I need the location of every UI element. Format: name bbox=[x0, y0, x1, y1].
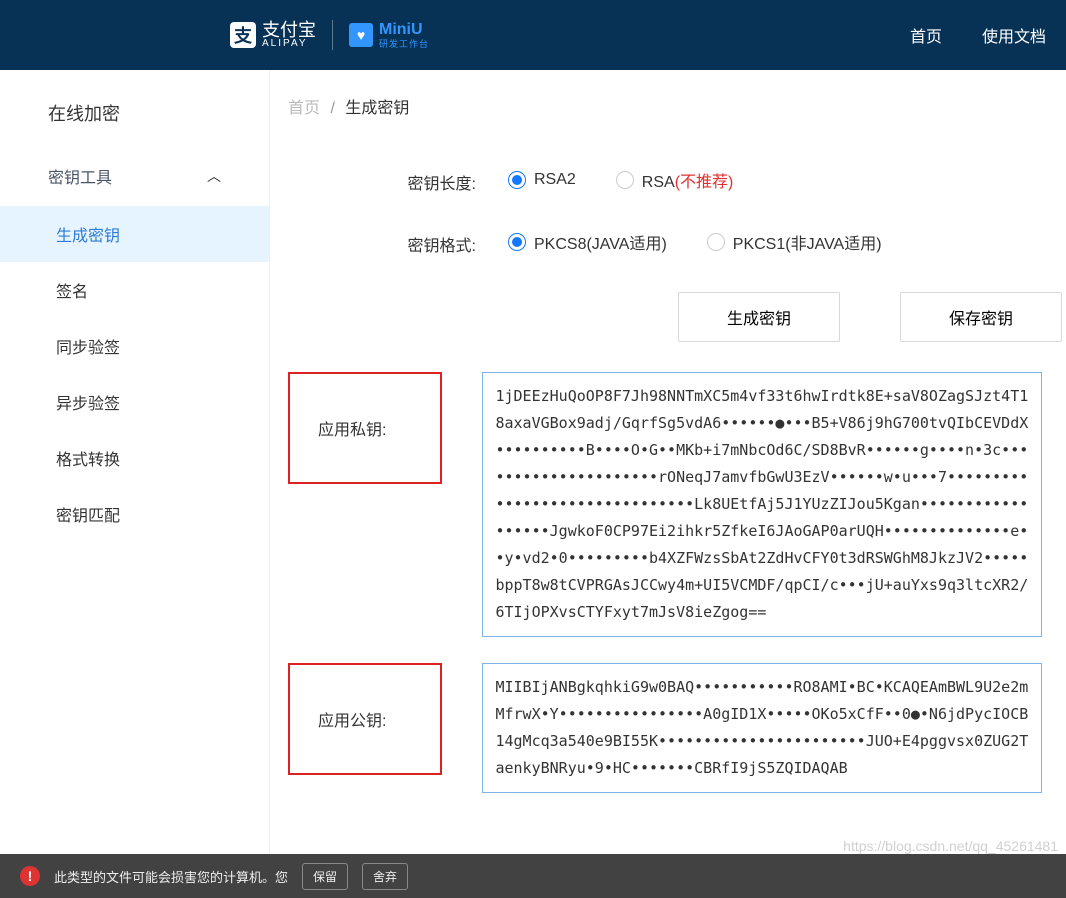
public-key-textarea[interactable]: MIIBIjANBgkqhkiG9w0BAQ•••••••••••RO8AMI•… bbox=[482, 663, 1042, 793]
private-key-block: 应用私钥: 1jDEEzHuQoOP8F7Jh98NNTmXC5m4vf33t6… bbox=[288, 372, 1066, 637]
radio-pkcs8[interactable]: PKCS8(JAVA适用) bbox=[508, 230, 667, 254]
sidebar-group-keytools: 密钥工具 ︿ 生成密钥 签名 同步验签 异步验签 格式转换 密钥匹配 bbox=[0, 146, 269, 542]
miniu-icon: ♥ bbox=[349, 23, 373, 47]
private-key-label-box: 应用私钥: bbox=[288, 372, 442, 484]
breadcrumb-current: 生成密钥 bbox=[345, 100, 409, 117]
generate-button[interactable]: 生成密钥 bbox=[678, 292, 840, 342]
sidebar-item-async-verify[interactable]: 异步验签 bbox=[0, 374, 269, 430]
alipay-cn: 支付宝 bbox=[262, 21, 316, 39]
breadcrumb-separator: / bbox=[330, 100, 334, 117]
sidebar-item-sync-verify[interactable]: 同步验签 bbox=[0, 318, 269, 374]
radio-pkcs1-label: PKCS1(非JAVA适用) bbox=[733, 230, 882, 254]
main-content: 首页 / 生成密钥 密钥长度: RSA2 RSA(不推荐) 密钥格式: bbox=[270, 70, 1066, 859]
radio-pkcs1[interactable]: PKCS1(非JAVA适用) bbox=[707, 230, 882, 254]
button-row: 生成密钥 保存密钥 bbox=[288, 292, 1066, 342]
radio-rsa2-label: RSA2 bbox=[534, 171, 576, 189]
discard-button[interactable]: 舍弃 bbox=[362, 863, 408, 890]
warning-text: 此类型的文件可能会损害您的计算机。您 bbox=[54, 867, 288, 886]
nav-docs[interactable]: 使用文档 bbox=[982, 23, 1046, 47]
sidebar-item-format-convert[interactable]: 格式转换 bbox=[0, 430, 269, 486]
chevron-up-icon: ︿ bbox=[207, 166, 221, 186]
sidebar-title: 在线加密 bbox=[0, 94, 269, 146]
radio-rsa2[interactable]: RSA2 bbox=[508, 171, 576, 189]
sidebar-group-label: 密钥工具 bbox=[48, 164, 112, 188]
miniu-sub: 研发工作台 bbox=[379, 40, 429, 49]
breadcrumb-home[interactable]: 首页 bbox=[288, 100, 320, 117]
miniu-logo-text: MiniU 研发工作台 bbox=[379, 22, 429, 49]
keep-button[interactable]: 保留 bbox=[302, 863, 348, 890]
save-button[interactable]: 保存密钥 bbox=[900, 292, 1062, 342]
nav-home[interactable]: 首页 bbox=[910, 23, 942, 47]
breadcrumb: 首页 / 生成密钥 bbox=[288, 94, 1066, 118]
alipay-logo-text: 支付宝 ALIPAY bbox=[262, 21, 316, 49]
public-key-label: 应用公钥: bbox=[318, 713, 386, 730]
sidebar: 在线加密 密钥工具 ︿ 生成密钥 签名 同步验签 异步验签 格式转换 密钥匹配 bbox=[0, 70, 270, 859]
alipay-logo[interactable]: 支 支付宝 ALIPAY bbox=[230, 21, 316, 49]
public-key-label-box: 应用公钥: bbox=[288, 663, 442, 775]
radio-icon bbox=[508, 233, 526, 251]
sidebar-group-header[interactable]: 密钥工具 ︿ bbox=[0, 146, 269, 206]
row-key-format: 密钥格式: PKCS8(JAVA适用) PKCS1(非JAVA适用) bbox=[288, 230, 1066, 256]
watermark: https://blog.csdn.net/qq_45261481 bbox=[843, 838, 1058, 854]
logo-divider bbox=[332, 20, 333, 50]
header-logos: 支 支付宝 ALIPAY ♥ MiniU 研发工作台 bbox=[230, 20, 429, 50]
alipay-icon: 支 bbox=[230, 22, 256, 48]
public-key-block: 应用公钥: MIIBIjANBgkqhkiG9w0BAQ•••••••••••R… bbox=[288, 663, 1066, 793]
private-key-textarea[interactable]: 1jDEEzHuQoOP8F7Jh98NNTmXC5m4vf33t6hwIrdt… bbox=[482, 372, 1042, 637]
row-key-length: 密钥长度: RSA2 RSA(不推荐) bbox=[288, 168, 1066, 194]
alipay-en: ALIPAY bbox=[262, 39, 316, 49]
miniu-logo[interactable]: ♥ MiniU 研发工作台 bbox=[349, 22, 429, 49]
download-warning-bar: ! 此类型的文件可能会损害您的计算机。您 保留 舍弃 bbox=[0, 854, 1066, 898]
radio-rsa[interactable]: RSA(不推荐) bbox=[616, 168, 734, 192]
warning-icon: ! bbox=[20, 866, 40, 886]
sidebar-item-sign[interactable]: 签名 bbox=[0, 262, 269, 318]
radio-pkcs8-label: PKCS8(JAVA适用) bbox=[534, 230, 667, 254]
label-key-format: 密钥格式: bbox=[288, 230, 508, 256]
label-key-length: 密钥长度: bbox=[288, 168, 508, 194]
radio-icon bbox=[508, 171, 526, 189]
radio-icon bbox=[616, 171, 634, 189]
sidebar-item-key-match[interactable]: 密钥匹配 bbox=[0, 486, 269, 542]
sidebar-item-generate-key[interactable]: 生成密钥 bbox=[0, 206, 269, 262]
miniu-name: MiniU bbox=[379, 22, 429, 38]
radio-icon bbox=[707, 233, 725, 251]
private-key-label: 应用私钥: bbox=[318, 422, 386, 439]
radio-rsa-label: RSA(不推荐) bbox=[642, 168, 734, 192]
app-header: 支 支付宝 ALIPAY ♥ MiniU 研发工作台 首页 使用文档 bbox=[0, 0, 1066, 70]
header-nav: 首页 使用文档 bbox=[910, 23, 1046, 47]
